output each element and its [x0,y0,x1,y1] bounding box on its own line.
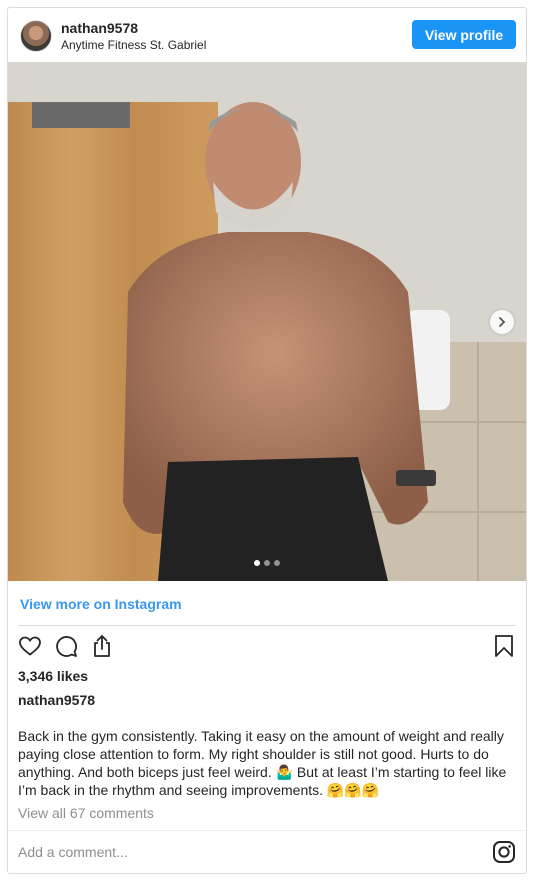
comment-footer: Add a comment... [8,830,526,873]
chevron-right-icon [499,317,506,327]
header-location[interactable]: Anytime Fitness St. Gabriel [61,38,206,52]
caption-username[interactable]: nathan9578 [18,692,95,708]
carousel-indicator [8,560,526,566]
next-slide-button[interactable] [490,310,514,334]
heart-icon[interactable] [18,634,42,658]
comment-icon[interactable] [54,634,78,658]
post-caption: Back in the gym consistently. Taking it … [18,728,507,798]
instagram-embed-card: nathan9578 Anytime Fitness St. Gabriel V… [7,7,527,874]
view-more-link[interactable]: View more on Instagram [20,596,182,612]
post-header: nathan9578 Anytime Fitness St. Gabriel V… [8,8,526,62]
avatar[interactable] [20,20,52,52]
carousel-dot-1 [254,560,260,566]
carousel-dot-2 [264,560,270,566]
carousel-dot-3 [274,560,280,566]
view-comments-link[interactable]: View all 67 comments [18,805,154,821]
likes-count[interactable]: 3,346 likes [18,668,88,684]
view-profile-button[interactable]: View profile [412,20,516,49]
post-photo[interactable] [8,62,526,581]
instagram-icon[interactable] [492,840,516,864]
gym-selfie-image [8,62,526,581]
bookmark-icon[interactable] [492,634,516,658]
action-bar [18,634,516,660]
divider [18,625,516,626]
share-icon[interactable] [90,634,114,658]
add-comment-field[interactable]: Add a comment... [18,844,128,860]
header-username[interactable]: nathan9578 [61,20,138,36]
